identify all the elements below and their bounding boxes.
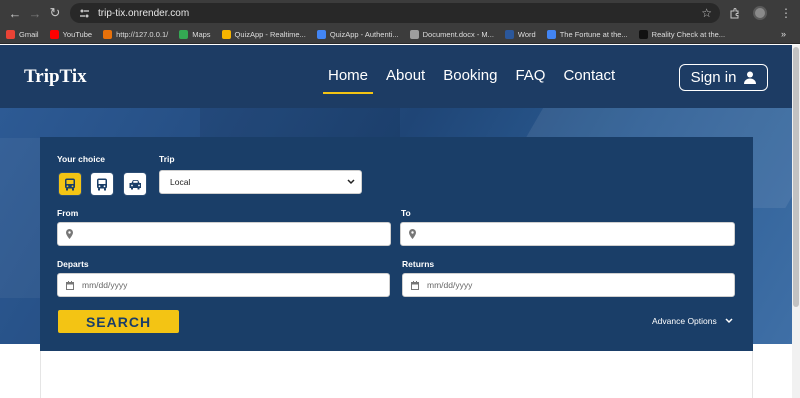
bookmark-label: YouTube xyxy=(62,30,93,39)
returns-date-input[interactable]: mm/dd/yyyy xyxy=(402,273,735,297)
menu-kebab-icon[interactable]: ⋮ xyxy=(776,3,796,23)
bookmark-item[interactable]: Word xyxy=(504,30,536,39)
bookmark-item[interactable]: QuizApp - Authenti... xyxy=(316,30,399,39)
trip-label: Trip xyxy=(159,154,175,164)
bookmark-label: http://127.0.0.1/ xyxy=(116,30,169,39)
bookmark-label: Reality Check at the... xyxy=(651,30,726,39)
bookmark-favicon-icon xyxy=(316,30,326,39)
car-mode-button[interactable] xyxy=(123,172,147,196)
advance-options-toggle[interactable]: Advance Options xyxy=(652,316,733,326)
extensions-icon[interactable] xyxy=(724,3,744,23)
signin-label: Sign in xyxy=(690,69,737,86)
brand-logo[interactable]: TripTix xyxy=(24,66,87,88)
url-text: trip-tix.onrender.com xyxy=(98,7,190,19)
bookmark-item[interactable]: YouTube xyxy=(49,30,93,39)
browser-toolbar: ← → ↻ trip-tix.onrender.com ☆ ⋮ xyxy=(0,0,800,26)
bookmark-favicon-icon xyxy=(49,30,59,39)
bookmark-label: Maps xyxy=(192,30,211,39)
bus-icon xyxy=(65,178,75,190)
bookmark-favicon-icon xyxy=(103,30,113,39)
main-nav: Home About Booking FAQ Contact xyxy=(322,67,615,94)
bookmarks-bar: Gmail YouTube http://127.0.0.1/Maps QuizApp… xyxy=(0,26,800,44)
bookmark-label: Gmail xyxy=(19,30,39,39)
address-bar[interactable]: trip-tix.onrender.com ☆ xyxy=(70,3,720,23)
bookmark-label: QuizApp - Authenti... xyxy=(329,30,399,39)
nav-about[interactable]: About xyxy=(386,67,425,90)
bookmark-favicon-icon xyxy=(221,30,231,39)
bookmark-item[interactable]: Reality Check at the... xyxy=(638,30,726,39)
user-icon xyxy=(744,71,757,84)
nav-booking[interactable]: Booking xyxy=(443,67,497,90)
bookmark-item[interactable]: QuizApp - Realtime... xyxy=(221,30,306,39)
departs-date-placeholder: mm/dd/yyyy xyxy=(82,280,128,290)
chevron-down-icon xyxy=(347,179,355,185)
trip-select[interactable]: Local xyxy=(159,170,362,194)
to-label: To xyxy=(401,208,411,218)
back-icon[interactable]: ← xyxy=(4,2,26,24)
bookmark-label: Document.docx - M... xyxy=(422,30,494,39)
bookmark-favicon-icon xyxy=(409,30,419,39)
profile-icon[interactable] xyxy=(750,3,770,23)
bookmark-item[interactable]: The Fortune at the... xyxy=(546,30,628,39)
location-pin-icon xyxy=(409,229,416,239)
car-icon xyxy=(129,179,141,189)
reload-icon[interactable]: ↻ xyxy=(44,2,66,24)
site-info-icon[interactable] xyxy=(78,7,90,19)
returns-date-placeholder: mm/dd/yyyy xyxy=(427,280,473,290)
content-area xyxy=(40,351,753,398)
nav-contact[interactable]: Contact xyxy=(563,67,615,90)
calendar-icon xyxy=(411,280,419,290)
search-button[interactable]: SEARCH xyxy=(58,310,179,333)
bookmark-label: The Fortune at the... xyxy=(559,30,628,39)
bookmark-label: QuizApp - Realtime... xyxy=(234,30,306,39)
bookmark-item[interactable]: Gmail xyxy=(6,30,39,39)
forward-icon[interactable]: → xyxy=(24,2,46,24)
to-input[interactable] xyxy=(400,222,735,246)
bookmark-favicon-icon xyxy=(504,30,514,39)
bookmark-favicon-icon xyxy=(546,30,556,39)
from-label: From xyxy=(57,208,79,218)
bus-mode-button[interactable] xyxy=(58,172,82,196)
trip-select-value: Local xyxy=(170,177,191,187)
page-scrollbar[interactable] xyxy=(792,45,800,398)
calendar-icon xyxy=(66,280,74,290)
from-input[interactable] xyxy=(57,222,391,246)
location-pin-icon xyxy=(66,229,73,239)
bookmark-item[interactable]: Maps xyxy=(179,30,211,39)
nav-faq[interactable]: FAQ xyxy=(515,67,545,90)
bookmarks-overflow-icon[interactable]: » xyxy=(781,29,786,39)
bookmark-item[interactable]: http://127.0.0.1/ xyxy=(103,30,168,39)
bookmark-favicon-icon xyxy=(638,30,648,39)
coach-mode-button[interactable] xyxy=(90,172,114,196)
bookmark-star-icon[interactable]: ☆ xyxy=(701,6,712,20)
bus-side-icon xyxy=(97,178,107,190)
chevron-down-icon xyxy=(725,318,733,324)
signin-button[interactable]: Sign in xyxy=(679,64,768,91)
bookmark-favicon-icon xyxy=(6,30,15,39)
choice-label: Your choice xyxy=(57,154,106,164)
advance-options-label: Advance Options xyxy=(652,316,717,326)
bookmark-label: Word xyxy=(517,30,536,39)
scroll-thumb[interactable] xyxy=(793,47,799,307)
bookmark-favicon-icon xyxy=(179,30,189,39)
bookmark-item[interactable]: Document.docx - M... xyxy=(409,30,494,39)
returns-label: Returns xyxy=(402,259,435,269)
nav-home[interactable]: Home xyxy=(322,67,374,94)
departs-label: Departs xyxy=(57,259,89,269)
departs-date-input[interactable]: mm/dd/yyyy xyxy=(57,273,390,297)
site-header: TripTix Home About Booking FAQ Contact S… xyxy=(0,45,792,108)
